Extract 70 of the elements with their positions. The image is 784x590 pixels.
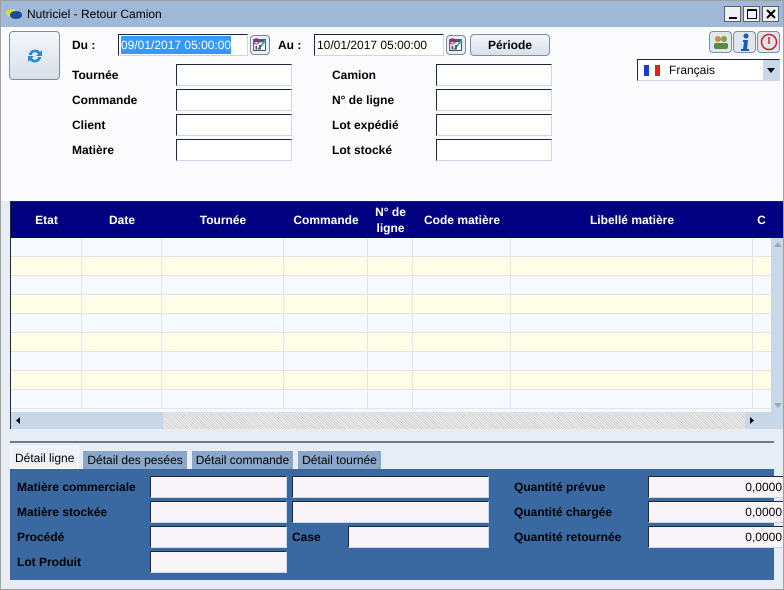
scroll-right-icon[interactable] [750, 417, 754, 424]
input-field[interactable] [176, 114, 292, 136]
tab[interactable]: Détail tournée [297, 450, 382, 469]
app-logo-icon [5, 8, 23, 20]
filter-label: Lot stocké [332, 142, 394, 159]
filter-label: N° de ligne [332, 92, 396, 109]
info-button[interactable] [733, 31, 756, 53]
detail-label: Procédé [17, 529, 66, 546]
column-header[interactable]: Libellé matière [511, 202, 753, 238]
flag-icon [644, 64, 660, 76]
input-field[interactable] [436, 89, 552, 111]
horizontal-scrollbar[interactable] [11, 412, 783, 429]
window-title: Nutriciel - Retour Camion [27, 6, 162, 23]
refresh-button[interactable] [9, 31, 60, 80]
column-header[interactable]: Etat [11, 202, 82, 238]
info-icon [740, 33, 750, 51]
filter-label: Client [72, 117, 106, 134]
minimize-button[interactable] [724, 6, 741, 22]
column-header[interactable]: N° de ligne [368, 202, 413, 238]
filter-label: Tournée [72, 67, 120, 84]
column-header[interactable]: Code matière [413, 202, 511, 238]
input-field[interactable] [292, 476, 489, 498]
tab[interactable]: Détail ligne [10, 446, 80, 469]
input-field[interactable] [150, 551, 287, 573]
date-field[interactable]: 10/01/2017 05:00:00 [314, 34, 444, 56]
power-icon [760, 33, 778, 51]
column-header[interactable]: Commande [284, 202, 368, 238]
power-button[interactable] [757, 31, 780, 53]
input-field[interactable] [150, 501, 287, 523]
input-field[interactable] [436, 114, 552, 136]
input-field[interactable] [176, 139, 292, 161]
maximize-button[interactable] [743, 6, 760, 22]
users-button[interactable] [709, 31, 732, 53]
detail-label: Lot Produit [17, 554, 82, 571]
input-field[interactable] [176, 89, 292, 111]
input-field[interactable] [348, 526, 489, 548]
input-field[interactable]: 0,0000 [648, 476, 783, 498]
detail-label: Case [292, 529, 322, 546]
caret-icon [767, 68, 775, 72]
column-header[interactable]: Date [82, 202, 162, 238]
input-field[interactable]: 0,0000 [648, 526, 783, 548]
filter-label: Commande [72, 92, 138, 109]
input-field[interactable] [176, 64, 292, 86]
filter-label: Lot expédié [332, 117, 400, 134]
calendar-icon[interactable] [446, 35, 466, 55]
input-field[interactable] [150, 476, 287, 498]
detail-label: Matière stockée [17, 504, 108, 521]
detail-label: Matière commerciale [17, 479, 137, 496]
detail-label: Quantité retournée [514, 529, 622, 546]
input-field[interactable] [436, 64, 552, 86]
detail-label: Quantité prévue [514, 479, 606, 496]
close-button[interactable] [762, 6, 779, 22]
tab[interactable]: Détail commande [190, 450, 294, 469]
input-field[interactable] [292, 501, 489, 523]
period-button[interactable]: Période [470, 34, 550, 56]
column-header[interactable]: Tournée [162, 202, 284, 238]
column-header[interactable]: C [753, 202, 770, 238]
input-field[interactable]: 0,0000 [648, 501, 783, 523]
users-icon [712, 35, 728, 49]
input-field[interactable] [150, 526, 287, 548]
date-label: Du : [72, 37, 96, 54]
tab[interactable]: Détail des pesées [82, 450, 188, 469]
language-dropdown[interactable]: Français [637, 59, 780, 81]
date-label: Au : [278, 37, 302, 54]
detail-label: Quantité chargée [514, 504, 614, 521]
scroll-left-icon[interactable] [16, 417, 20, 424]
filter-label: Camion [332, 67, 378, 84]
filter-label: Matière [72, 142, 116, 159]
calendar-icon[interactable] [250, 35, 270, 55]
input-field[interactable] [436, 139, 552, 161]
